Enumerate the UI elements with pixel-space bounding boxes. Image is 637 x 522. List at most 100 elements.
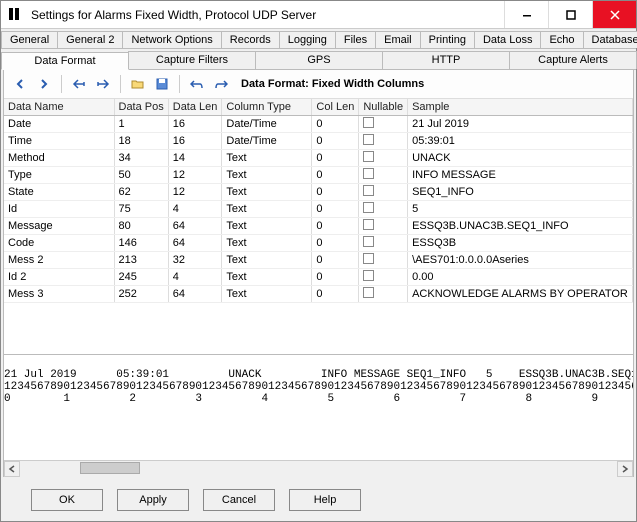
cell-name[interactable]: Mess 2	[4, 251, 114, 268]
cell-nullable[interactable]	[359, 166, 408, 183]
cell-type[interactable]: Text	[222, 234, 312, 251]
col-header-len[interactable]: Data Len	[168, 99, 222, 115]
cell-nullable[interactable]	[359, 234, 408, 251]
cell-sample[interactable]: UNACK	[408, 149, 633, 166]
col-header-nullable[interactable]: Nullable	[359, 99, 408, 115]
tab-capture-filters[interactable]: Capture Filters	[128, 51, 256, 69]
apply-button[interactable]: Apply	[117, 489, 189, 511]
cell-len[interactable]: 64	[168, 234, 222, 251]
checkbox-icon[interactable]	[363, 202, 374, 213]
cell-name[interactable]: Id 2	[4, 268, 114, 285]
cell-name[interactable]: Mess 3	[4, 285, 114, 302]
tab-files[interactable]: Files	[335, 31, 376, 48]
cell-pos[interactable]: 34	[114, 149, 168, 166]
cell-nullable[interactable]	[359, 115, 408, 132]
undo-icon[interactable]	[187, 74, 207, 94]
cell-len[interactable]: 64	[168, 217, 222, 234]
tab-email[interactable]: Email	[375, 31, 421, 48]
cell-nullable[interactable]	[359, 268, 408, 285]
cell-name[interactable]: Message	[4, 217, 114, 234]
col-header-type[interactable]: Column Type	[222, 99, 312, 115]
table-row[interactable]: Method3414Text0UNACK	[4, 149, 633, 166]
close-button[interactable]	[592, 1, 636, 28]
checkbox-icon[interactable]	[363, 134, 374, 145]
cell-len[interactable]: 14	[168, 149, 222, 166]
cell-nullable[interactable]	[359, 132, 408, 149]
cell-len[interactable]: 4	[168, 268, 222, 285]
cell-sample[interactable]: ACKNOWLEDGE ALARMS BY OPERATOR	[408, 285, 633, 302]
cell-name[interactable]: Type	[4, 166, 114, 183]
cell-sample[interactable]: ESSQ3B.UNAC3B.SEQ1_INFO	[408, 217, 633, 234]
table-row[interactable]: Id754Text05	[4, 200, 633, 217]
cell-type[interactable]: Text	[222, 149, 312, 166]
checkbox-icon[interactable]	[363, 117, 374, 128]
shift-right-icon[interactable]	[93, 74, 113, 94]
cell-len[interactable]: 64	[168, 285, 222, 302]
tab-http[interactable]: HTTP	[382, 51, 510, 69]
cell-sample[interactable]: \AES701:0.0.0.0Aseries	[408, 251, 633, 268]
cell-collen[interactable]: 0	[312, 251, 359, 268]
cell-nullable[interactable]	[359, 200, 408, 217]
cell-pos[interactable]: 245	[114, 268, 168, 285]
tab-gps[interactable]: GPS	[255, 51, 383, 69]
shift-left-icon[interactable]	[69, 74, 89, 94]
tab-logging[interactable]: Logging	[279, 31, 336, 48]
tab-database[interactable]: Database	[583, 31, 637, 48]
table-row[interactable]: Code14664Text0ESSQ3B	[4, 234, 633, 251]
columns-grid[interactable]: Data Name Data Pos Data Len Column Type …	[4, 99, 633, 354]
table-row[interactable]: Id 22454Text00.00	[4, 268, 633, 285]
cell-type[interactable]: Text	[222, 285, 312, 302]
tab-printing[interactable]: Printing	[420, 31, 475, 48]
cell-pos[interactable]: 62	[114, 183, 168, 200]
cell-type[interactable]: Text	[222, 217, 312, 234]
table-row[interactable]: Type5012Text0INFO MESSAGE	[4, 166, 633, 183]
table-row[interactable]: Time1816Date/Time005:39:01	[4, 132, 633, 149]
cell-nullable[interactable]	[359, 217, 408, 234]
cell-collen[interactable]: 0	[312, 149, 359, 166]
cell-type[interactable]: Text	[222, 268, 312, 285]
tab-general-2[interactable]: General 2	[57, 31, 123, 48]
ok-button[interactable]: OK	[31, 489, 103, 511]
cell-collen[interactable]: 0	[312, 234, 359, 251]
cell-pos[interactable]: 75	[114, 200, 168, 217]
cell-type[interactable]: Date/Time	[222, 115, 312, 132]
cell-pos[interactable]: 213	[114, 251, 168, 268]
arrow-left-icon[interactable]	[10, 74, 30, 94]
scroll-left-icon[interactable]	[4, 461, 20, 477]
cell-len[interactable]: 16	[168, 115, 222, 132]
redo-icon[interactable]	[211, 74, 231, 94]
cell-nullable[interactable]	[359, 285, 408, 302]
tab-capture-alerts[interactable]: Capture Alerts	[509, 51, 637, 69]
cell-sample[interactable]: ESSQ3B	[408, 234, 633, 251]
cell-type[interactable]: Text	[222, 166, 312, 183]
checkbox-icon[interactable]	[363, 168, 374, 179]
cell-type[interactable]: Text	[222, 251, 312, 268]
cell-type[interactable]: Text	[222, 183, 312, 200]
cell-name[interactable]: Time	[4, 132, 114, 149]
cell-pos[interactable]: 18	[114, 132, 168, 149]
cell-type[interactable]: Date/Time	[222, 132, 312, 149]
table-row[interactable]: State6212Text0SEQ1_INFO	[4, 183, 633, 200]
help-button[interactable]: Help	[289, 489, 361, 511]
cell-sample[interactable]: 21 Jul 2019	[408, 115, 633, 132]
tab-records[interactable]: Records	[221, 31, 280, 48]
cell-len[interactable]: 4	[168, 200, 222, 217]
cell-collen[interactable]: 0	[312, 268, 359, 285]
folder-open-icon[interactable]	[128, 74, 148, 94]
scroll-track[interactable]	[20, 461, 617, 477]
minimize-button[interactable]	[504, 1, 548, 28]
cell-len[interactable]: 32	[168, 251, 222, 268]
checkbox-icon[interactable]	[363, 185, 374, 196]
save-icon[interactable]	[152, 74, 172, 94]
cell-nullable[interactable]	[359, 251, 408, 268]
cell-type[interactable]: Text	[222, 200, 312, 217]
cell-len[interactable]: 12	[168, 166, 222, 183]
arrow-right-icon[interactable]	[34, 74, 54, 94]
cell-sample[interactable]: 5	[408, 200, 633, 217]
checkbox-icon[interactable]	[363, 287, 374, 298]
horizontal-scrollbar[interactable]	[4, 460, 633, 476]
cell-collen[interactable]: 0	[312, 115, 359, 132]
scroll-right-icon[interactable]	[617, 461, 633, 477]
tab-echo[interactable]: Echo	[540, 31, 583, 48]
table-row[interactable]: Message8064Text0ESSQ3B.UNAC3B.SEQ1_INFO	[4, 217, 633, 234]
